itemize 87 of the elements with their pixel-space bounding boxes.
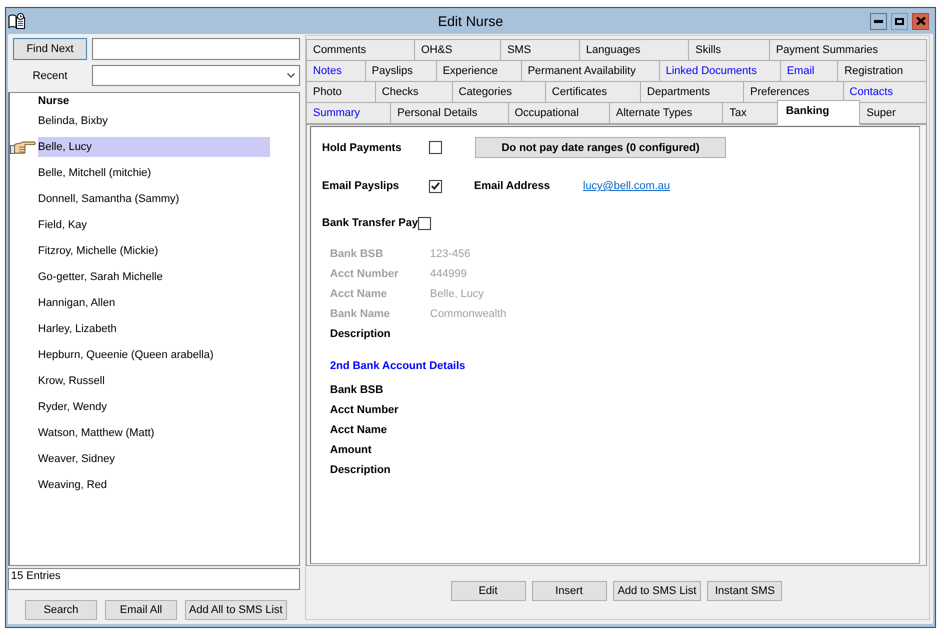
list-action-button[interactable]: Email All (105, 600, 177, 620)
recent-label: Recent (32, 70, 68, 82)
nurse-name[interactable]: Belinda, Bixby (38, 111, 108, 131)
field-label: Bank Name (330, 308, 390, 320)
list-action-button[interactable]: Search (25, 600, 97, 620)
window-title: Edit Nurse (438, 13, 504, 29)
tab[interactable]: Certificates (544, 81, 642, 103)
list-action-button[interactable]: Add All to SMS List (185, 600, 287, 620)
field-label: Acct Number (330, 404, 398, 416)
column-header: Nurse (38, 95, 70, 107)
nurse-name[interactable]: Field, Kay (38, 215, 87, 235)
nurse-name[interactable]: Ryder, Wendy (38, 397, 107, 417)
nurse-name[interactable]: Fitzroy, Michelle (Mickie) (38, 241, 158, 261)
tab[interactable]: Categories (452, 81, 546, 103)
field-label: Description (330, 464, 391, 476)
tab[interactable]: Departments (640, 81, 744, 103)
tab[interactable]: Alternate Types (609, 102, 724, 124)
tab[interactable]: Personal Details (390, 102, 509, 124)
field-label: Email Address (474, 180, 550, 192)
tab[interactable]: Summary (306, 102, 392, 124)
entry-count-field: 15 Entries (8, 568, 300, 590)
email-link[interactable]: lucy@bell.com.au (583, 180, 670, 192)
tab[interactable]: Tax (722, 102, 778, 124)
tab[interactable]: Super (859, 102, 928, 124)
field-label: Description (330, 328, 391, 340)
book-document-icon (8, 13, 26, 29)
field-label: Amount (330, 444, 372, 456)
nurse-name[interactable]: Hannigan, Allen (38, 293, 116, 313)
action-button[interactable]: Edit (450, 581, 526, 601)
tab[interactable]: Payment Summaries (768, 39, 927, 61)
close-button[interactable] (912, 12, 929, 30)
tab[interactable]: Banking (776, 100, 860, 125)
field-label: Email Payslips (322, 180, 400, 192)
nurse-name[interactable]: Belle, Lucy (38, 137, 270, 157)
tab[interactable]: Linked Documents (658, 60, 781, 82)
nurse-name[interactable]: Hepburn, Queenie (Queen arabella) (38, 345, 214, 365)
nurse-name[interactable]: Harley, Lizabeth (38, 319, 117, 339)
tab[interactable]: Comments (306, 39, 416, 61)
close-icon (916, 17, 926, 25)
maximize-button[interactable] (891, 12, 908, 30)
tab[interactable]: Experience (436, 60, 522, 82)
field-value: 123-456 (430, 248, 470, 260)
nurse-name[interactable]: Go-getter, Sarah Michelle (38, 267, 163, 287)
field-value: 444999 (430, 268, 467, 280)
maximize-icon (895, 18, 904, 24)
field-label: Acct Name (330, 424, 387, 436)
action-button[interactable]: Add to SMS List (612, 581, 702, 601)
chevron-down-icon (287, 73, 295, 78)
tab[interactable]: Permanent Availability (520, 60, 660, 82)
checkbox[interactable] (429, 180, 442, 192)
tab[interactable]: Email (780, 60, 838, 82)
field-label: Bank BSB (330, 384, 384, 396)
tab[interactable]: Registration (837, 60, 928, 82)
nurse-name[interactable]: Weaver, Sidney (38, 449, 115, 469)
tab[interactable]: Contacts (842, 81, 928, 103)
date-ranges-button[interactable]: Do not pay date ranges (0 configured) (475, 137, 726, 158)
tab[interactable]: OH&S (414, 39, 502, 61)
action-button[interactable]: Insert (532, 581, 607, 601)
field-label: Bank Transfer Pay (322, 217, 418, 229)
tab[interactable]: Occupational (508, 102, 610, 124)
nurse-name[interactable]: Donnell, Samantha (Sammy) (38, 189, 180, 209)
tab[interactable]: Payslips (364, 60, 437, 82)
tab[interactable]: Checks (374, 81, 453, 103)
section-heading: 2nd Bank Account Details (330, 360, 466, 372)
checkbox[interactable] (418, 216, 431, 230)
checkmark-icon (431, 182, 440, 190)
minimize-button[interactable] (870, 12, 887, 30)
tab[interactable]: Skills (688, 39, 770, 61)
field-label: Acct Name (330, 288, 387, 300)
field-label: Acct Number (330, 268, 398, 280)
action-button[interactable]: Instant SMS (707, 581, 782, 601)
search-field[interactable] (92, 38, 300, 60)
minimize-icon (874, 20, 883, 22)
nurse-name[interactable]: Krow, Russell (38, 371, 105, 391)
tab[interactable]: Notes (306, 60, 366, 82)
field-label: Bank BSB (330, 248, 384, 260)
field-value: Commonwealth (430, 308, 506, 320)
find-next-button[interactable]: Find Next (13, 38, 87, 60)
nurse-name[interactable]: Watson, Matthew (Matt) (38, 423, 154, 443)
tab[interactable]: Photo (306, 81, 376, 103)
field-label: Hold Payments (322, 142, 402, 154)
tab[interactable]: SMS (500, 39, 580, 61)
nurse-name[interactable]: Weaving, Red (38, 475, 107, 495)
nurse-name[interactable]: Belle, Mitchell (mitchie) (38, 163, 152, 183)
tab[interactable]: Languages (578, 39, 690, 61)
recent-dropdown[interactable] (92, 65, 300, 86)
checkbox[interactable] (429, 141, 442, 154)
